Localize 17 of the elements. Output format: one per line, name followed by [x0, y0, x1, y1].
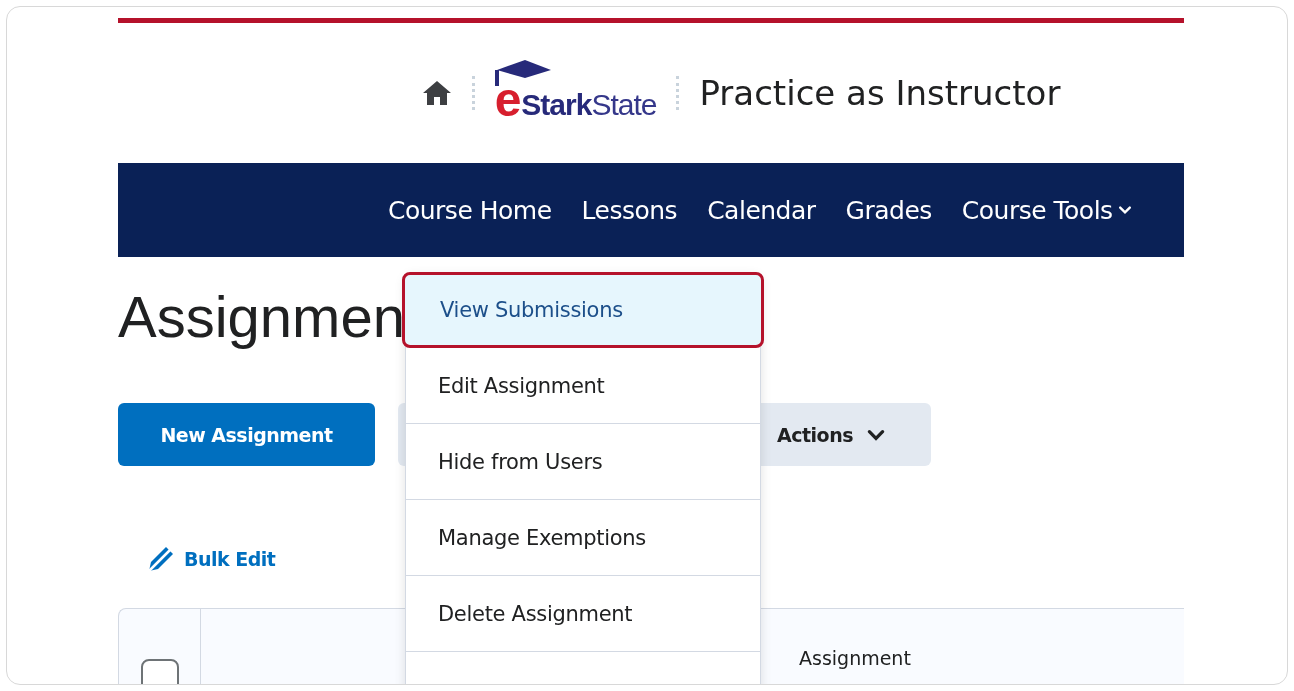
menu-item[interactable]: Manage Exemptions — [406, 500, 760, 576]
menu-item[interactable]: View Submissions — [402, 272, 764, 348]
nav-link[interactable]: Lessons — [581, 195, 678, 225]
nav-link[interactable]: Course Tools — [961, 195, 1133, 225]
logo[interactable]: eStarkState — [494, 62, 657, 124]
column-header[interactable]: Assignment — [799, 647, 911, 684]
nav-link[interactable]: Grades — [845, 195, 932, 225]
home-icon[interactable] — [421, 79, 452, 107]
menu-item[interactable]: Delete Assignment — [406, 576, 760, 652]
pencil-icon — [146, 544, 176, 574]
nav-link[interactable]: Calendar — [707, 195, 816, 225]
new-assignment-button[interactable]: New Assignment — [118, 403, 375, 466]
menu-item[interactable]: Hide from Users — [406, 424, 760, 500]
menu-item[interactable]: Edit Assignment — [406, 348, 760, 424]
course-title: Practice as Instructor — [699, 73, 1061, 113]
page-title: Assignmen — [118, 283, 405, 351]
nav-link[interactable]: Course Home — [388, 195, 552, 225]
